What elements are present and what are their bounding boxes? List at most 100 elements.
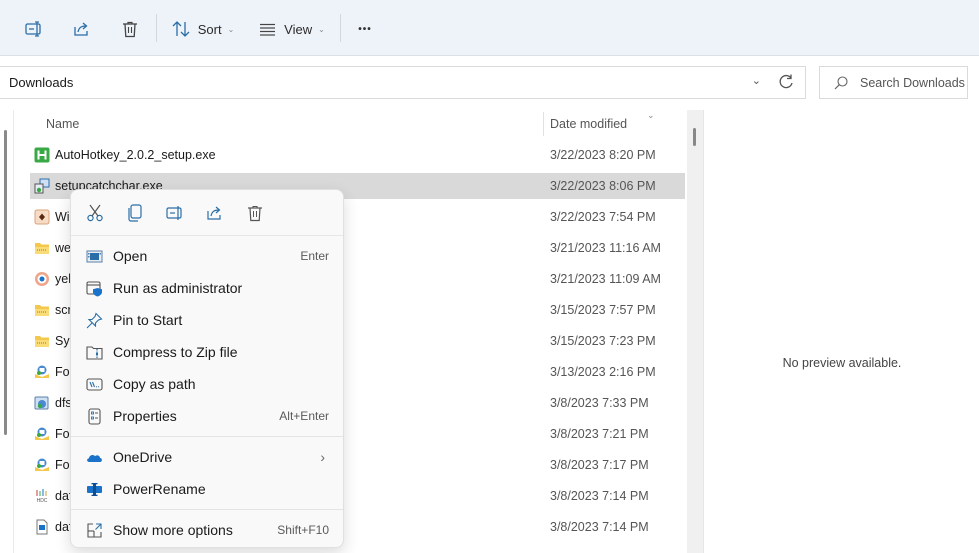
rename-button[interactable] <box>22 14 46 44</box>
sort-label: Sort <box>197 21 222 37</box>
address-history-dropdown[interactable]: ⌄ <box>752 74 761 87</box>
view-label: View <box>284 21 313 37</box>
menu-item-pin-to-start[interactable]: Pin to Start <box>75 305 339 335</box>
rename-icon <box>25 21 41 37</box>
eye-app-icon <box>34 271 50 287</box>
delete-button[interactable] <box>118 14 142 44</box>
refresh-icon[interactable] <box>777 73 795 91</box>
file-name: yel <box>55 272 71 286</box>
file-row[interactable]: AutoHotkey_2.0.2_setup.exe 3/22/2023 8:20… <box>30 142 685 168</box>
more-icon: ••• <box>358 23 372 35</box>
cut-button[interactable] <box>84 202 106 224</box>
toolbar-separator <box>156 14 157 42</box>
menu-item-shortcut: Enter <box>300 249 329 263</box>
onedrive-icon <box>87 455 102 462</box>
copy-button[interactable] <box>124 202 146 224</box>
chevron-down-icon: ⌄ <box>318 24 325 34</box>
menu-item-powerrename[interactable]: PowerRename <box>75 474 339 504</box>
rename-icon <box>166 206 182 220</box>
menu-item-show-more-options[interactable]: Show more options Shift+F10 <box>75 515 339 545</box>
setup-icon <box>34 364 50 380</box>
view-button[interactable]: View ⌄ <box>259 14 325 44</box>
file-date-modified: 3/22/2023 8:20 PM <box>550 148 656 162</box>
menu-separator <box>71 436 343 437</box>
context-menu: Open Enter Run as administrator Pin to S… <box>70 189 344 548</box>
preview-pane: No preview available. <box>703 110 979 553</box>
menu-item-onedrive[interactable]: OneDrive › <box>75 442 339 472</box>
file-date-modified: 3/13/2023 2:16 PM <box>550 365 656 379</box>
trash-icon <box>123 21 137 37</box>
quick-actions-bar <box>71 190 343 236</box>
preview-message: No preview available. <box>782 356 902 370</box>
file-list-scrollbar[interactable] <box>687 110 703 553</box>
menu-item-label: Compress to Zip file <box>113 344 238 360</box>
toolbar-separator <box>340 14 341 42</box>
menu-item-label: Show more options <box>113 522 233 538</box>
search-icon <box>834 75 848 89</box>
setup-icon <box>34 457 50 473</box>
share-button[interactable] <box>70 14 94 44</box>
file-explorer-window: Sort ⌄ View ⌄ ••• Downloads ⌄ Search Dow… <box>0 0 979 553</box>
column-divider[interactable] <box>543 112 544 136</box>
rename-quick-button[interactable] <box>164 202 186 224</box>
hdc-file-icon: HDC <box>34 488 50 504</box>
navigation-pane <box>0 110 14 553</box>
search-placeholder: Search Downloads <box>860 75 965 90</box>
zip-folder-icon <box>34 240 50 256</box>
menu-item-label: PowerRename <box>113 481 206 497</box>
file-date-modified: 3/8/2023 7:33 PM <box>550 396 649 410</box>
menu-item-shortcut: Alt+Enter <box>279 409 329 423</box>
menu-item-run-as-administrator[interactable]: Run as administrator <box>75 273 339 303</box>
submenu-chevron-icon: › <box>320 449 325 465</box>
menu-item-compress-to-zip[interactable]: Compress to Zip file <box>75 337 339 367</box>
search-input[interactable]: Search Downloads <box>819 66 968 99</box>
app-icon <box>34 209 50 225</box>
powerrename-icon <box>87 483 102 496</box>
menu-item-shortcut: Shift+F10 <box>277 523 329 537</box>
menu-item-label: Pin to Start <box>113 312 183 328</box>
address-bar-row: Downloads ⌄ Search Downloads <box>0 56 979 110</box>
svg-text:HDC: HDC <box>37 498 48 504</box>
column-name[interactable]: Name <box>46 117 79 131</box>
address-bar[interactable]: Downloads ⌄ <box>0 66 806 99</box>
copy-icon <box>128 204 142 222</box>
scrollbar-thumb[interactable] <box>693 128 696 146</box>
shield-icon <box>86 281 102 297</box>
menu-item-label: Copy as path <box>113 376 196 392</box>
autohotkey-icon <box>34 147 50 163</box>
setup-disk-icon <box>34 395 50 411</box>
share-quick-button[interactable] <box>204 202 226 224</box>
file-date-modified: 3/8/2023 7:14 PM <box>550 520 649 534</box>
menu-item-open[interactable]: Open Enter <box>75 241 339 271</box>
zip-icon <box>86 346 103 360</box>
sort-button[interactable]: Sort ⌄ <box>170 14 236 44</box>
more-options-icon <box>87 523 102 538</box>
menu-item-copy-as-path[interactable]: Copy as path <box>75 369 339 399</box>
menu-item-label: Run as administrator <box>113 280 243 296</box>
setup-icon <box>34 426 50 442</box>
file-date-modified: 3/8/2023 7:14 PM <box>550 489 649 503</box>
file-name: Wi <box>55 210 70 224</box>
share-icon <box>207 206 221 220</box>
file-name: we <box>55 241 71 255</box>
command-bar: Sort ⌄ View ⌄ ••• <box>0 0 979 56</box>
see-more-button[interactable]: ••• <box>352 14 378 44</box>
file-date-modified: 3/21/2023 11:09 AM <box>550 272 661 286</box>
view-icon <box>260 23 276 36</box>
chevron-down-icon: ⌄ <box>227 24 235 34</box>
file-date-modified: 3/15/2023 7:23 PM <box>550 334 656 348</box>
column-header: Name Date modified ⌄ <box>15 110 687 138</box>
installer-icon <box>34 178 50 194</box>
delete-quick-button[interactable] <box>244 202 266 224</box>
file-date-modified: 3/8/2023 7:17 PM <box>550 458 649 472</box>
menu-item-label: Open <box>113 248 148 264</box>
menu-item-properties[interactable]: Properties Alt+Enter <box>75 401 339 431</box>
file-date-modified: 3/21/2023 11:16 AM <box>550 241 661 255</box>
file-date-modified: 3/22/2023 7:54 PM <box>550 210 656 224</box>
file-name: AutoHotkey_2.0.2_setup.exe <box>55 148 216 162</box>
share-icon <box>74 22 88 36</box>
file-date-modified: 3/22/2023 8:06 PM <box>550 179 656 193</box>
navigation-scrollbar[interactable] <box>4 130 7 435</box>
pin-icon <box>86 312 103 329</box>
column-date-modified[interactable]: Date modified <box>550 117 627 131</box>
